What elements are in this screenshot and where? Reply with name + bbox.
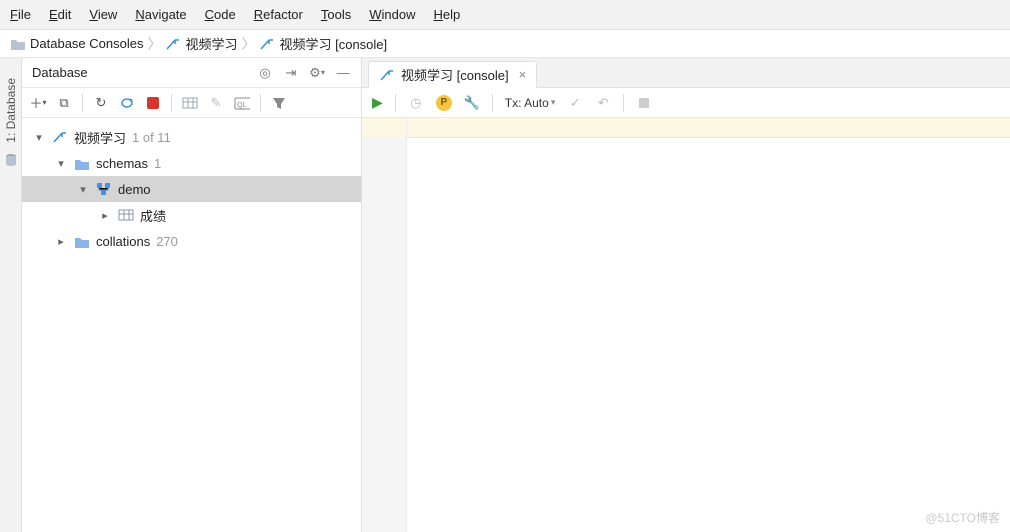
tree-label: 视频学习 (74, 128, 126, 147)
separator (395, 94, 396, 112)
commit-icon[interactable]: ✓ (567, 95, 583, 111)
editor-tabs: 视频学习 [console] × (362, 58, 1010, 88)
menu-edit[interactable]: Edit (49, 7, 71, 22)
connection-icon (165, 37, 181, 51)
chevron-down-icon: ▾ (32, 131, 46, 144)
separator (623, 94, 624, 112)
filter-icon[interactable] (271, 95, 287, 111)
edit-icon[interactable]: ✎ (208, 95, 224, 111)
menu-tools[interactable]: Tools (321, 7, 351, 22)
close-icon[interactable]: × (519, 67, 527, 82)
run-icon[interactable]: ▶ (372, 94, 383, 111)
editor-pane: 视频学习 [console] × ▶ ◷ P 🔧 Tx: Auto ▾ ✓ ↶ (362, 58, 1010, 532)
database-panel: Database ◎ ⇥ ⚙▾ — ＋▾ ⧉ ↻ ✎ QL (22, 58, 362, 532)
rollback-icon[interactable]: ↶ (595, 95, 611, 111)
breadcrumb: Database Consoles 〉 视频学习 〉 视频学习 [console… (0, 30, 1010, 58)
separator (492, 94, 493, 112)
tree-collations[interactable]: ▸ collations 270 (22, 228, 361, 254)
editor-toolbar: ▶ ◷ P 🔧 Tx: Auto ▾ ✓ ↶ (362, 88, 1010, 118)
breadcrumb-leaf-label: 视频学习 [console] (279, 34, 387, 53)
separator (171, 94, 172, 112)
tx-mode-label: Tx: Auto (505, 96, 549, 110)
add-icon[interactable]: ＋▾ (30, 95, 46, 111)
separator (260, 94, 261, 112)
chevron-down-icon: ▾ (54, 157, 68, 170)
menu-file[interactable]: File (10, 7, 31, 22)
connection-icon (52, 130, 68, 144)
sync-icon[interactable] (119, 95, 135, 111)
cancel-query-icon[interactable] (636, 95, 652, 111)
folder-icon (74, 235, 90, 248)
folder-icon (74, 157, 90, 170)
menu-bar: File Edit View Navigate Code Refactor To… (0, 0, 1010, 30)
code-area[interactable] (407, 118, 1010, 532)
breadcrumb-leaf[interactable]: 视频学习 [console] (259, 34, 387, 53)
chevron-down-icon: ▾ (76, 183, 90, 196)
tree-table[interactable]: ▸ 成绩 (22, 202, 361, 228)
collapse-all-icon[interactable]: ⇥ (283, 65, 299, 81)
history-icon[interactable]: ◷ (408, 95, 424, 111)
refresh-icon[interactable]: ↻ (93, 95, 109, 111)
database-tree: ▾ 视频学习 1 of 11 ▾ schemas 1 ▾ demo ▸ 成绩 (22, 118, 361, 532)
tree-label: demo (118, 182, 151, 197)
tree-datasource[interactable]: ▾ 视频学习 1 of 11 (22, 124, 361, 150)
tx-mode[interactable]: Tx: Auto ▾ (505, 96, 556, 110)
panel-header: Database ◎ ⇥ ⚙▾ — (22, 58, 361, 88)
tree-label: collations (96, 234, 150, 249)
panel-toolbar: ＋▾ ⧉ ↻ ✎ QL (22, 88, 361, 118)
table-icon (118, 208, 134, 222)
tool-window-database[interactable]: 1: Database (4, 78, 18, 143)
breadcrumb-mid-label: 视频学习 (185, 34, 237, 53)
tree-count: 1 (154, 156, 161, 171)
target-icon[interactable]: ◎ (257, 65, 273, 81)
menu-window[interactable]: Window (369, 7, 415, 22)
line-gutter (362, 118, 407, 532)
tree-count: 270 (156, 234, 178, 249)
watermark: @51CTO博客 (925, 509, 1000, 526)
tree-schema-demo[interactable]: ▾ demo (22, 176, 361, 202)
gear-icon[interactable]: ⚙▾ (309, 65, 325, 81)
svg-text:QL: QL (237, 102, 246, 109)
sql-console-icon[interactable]: QL (234, 95, 250, 111)
chevron-right-icon: 〉 (147, 34, 161, 54)
breadcrumb-root[interactable]: Database Consoles (10, 36, 143, 51)
chevron-right-icon: 〉 (241, 34, 255, 54)
duplicate-icon[interactable]: ⧉ (56, 95, 72, 111)
tree-count: 1 of 11 (132, 130, 171, 145)
schema-icon (96, 182, 112, 196)
connection-icon (259, 37, 275, 51)
table-icon[interactable] (182, 95, 198, 111)
menu-help[interactable]: Help (433, 7, 460, 22)
chevron-right-icon: ▸ (98, 209, 112, 222)
tree-schemas[interactable]: ▾ schemas 1 (22, 150, 361, 176)
panel-title: Database (32, 65, 88, 80)
folder-icon (10, 37, 26, 51)
connection-icon (379, 68, 395, 82)
editor-tab-label: 视频学习 [console] (401, 65, 509, 84)
tree-label: 成绩 (140, 206, 166, 225)
menu-refactor[interactable]: Refactor (254, 7, 303, 22)
breadcrumb-root-label: Database Consoles (30, 36, 143, 51)
chevron-right-icon: ▸ (54, 235, 68, 248)
menu-view[interactable]: View (89, 7, 117, 22)
stop-icon[interactable] (145, 95, 161, 111)
menu-code[interactable]: Code (205, 7, 236, 22)
separator (82, 94, 83, 112)
explain-plan-icon[interactable]: P (436, 95, 452, 111)
wrench-icon[interactable]: 🔧 (464, 95, 480, 111)
left-tool-strip: 1: Database (0, 58, 22, 532)
hide-icon[interactable]: — (335, 65, 351, 81)
editor-body[interactable] (362, 118, 1010, 532)
breadcrumb-mid[interactable]: 视频学习 (165, 34, 237, 53)
database-icon (4, 153, 18, 167)
tree-label: schemas (96, 156, 148, 171)
editor-tab[interactable]: 视频学习 [console] × (368, 61, 537, 88)
menu-navigate[interactable]: Navigate (135, 7, 186, 22)
